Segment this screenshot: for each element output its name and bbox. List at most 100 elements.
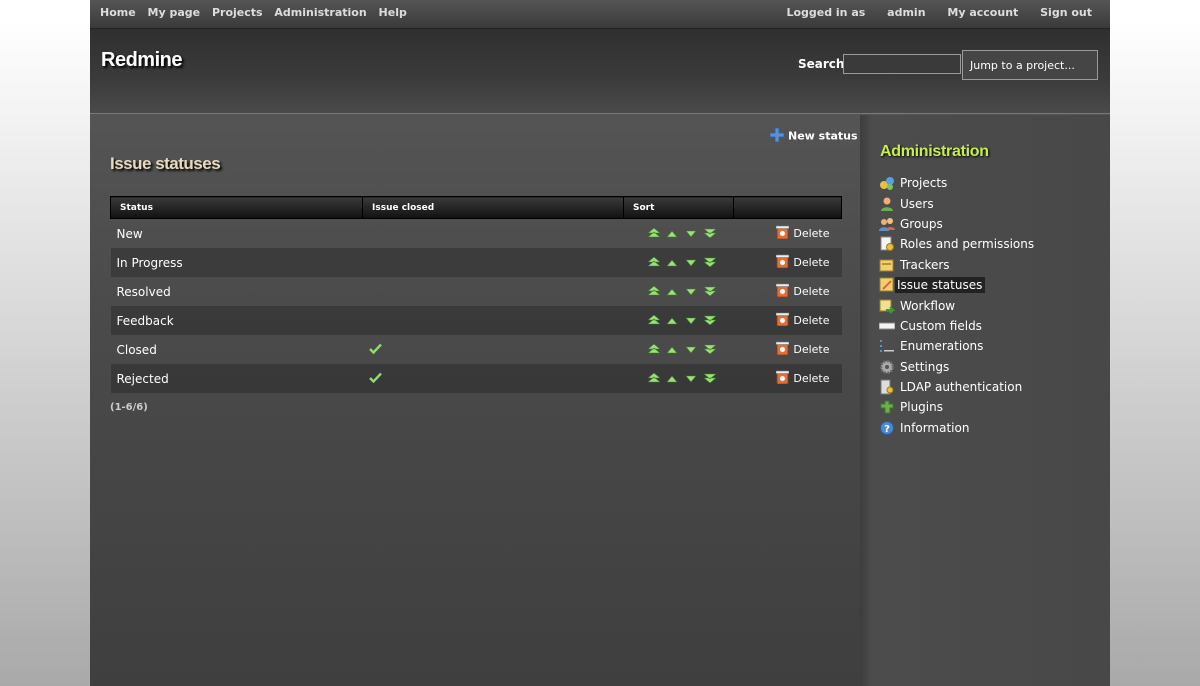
sort-cell [624, 335, 734, 364]
user-link[interactable]: admin [887, 6, 925, 19]
move-up-icon[interactable] [666, 372, 678, 386]
sidebar-item-label: Information [900, 420, 970, 435]
my-account-link[interactable]: My account [947, 6, 1018, 19]
move-down-icon[interactable] [685, 256, 697, 270]
delete-link[interactable]: Delete [776, 370, 830, 387]
sidebar-item-label: Issue statuses [895, 277, 986, 294]
workflow-icon [879, 298, 896, 314]
jump-to-project-select[interactable]: Jump to a project... [962, 50, 1098, 80]
sidebar: Administration Projects Users Groups Roles … [860, 115, 1110, 686]
issue-status-icon [879, 277, 895, 293]
search-label: Search: [798, 57, 850, 71]
move-up-icon[interactable] [666, 343, 678, 357]
trash-icon [776, 283, 790, 300]
move-to-bottom-icon[interactable] [703, 285, 717, 299]
issue-closed-cell [362, 248, 624, 277]
table-row: Closed Delete [111, 335, 842, 364]
move-down-icon[interactable] [685, 285, 697, 299]
move-up-icon[interactable] [666, 256, 678, 270]
search-input[interactable] [843, 54, 961, 74]
checkmark-icon [368, 372, 382, 386]
move-up-icon[interactable] [666, 285, 678, 299]
sidebar-item-label: Roles and permissions [900, 237, 1035, 252]
new-status-link[interactable]: New status [769, 127, 858, 145]
sidebar-item-label: Settings [900, 359, 950, 374]
status-name[interactable]: New [111, 219, 363, 249]
sidebar-item-issue-statuses[interactable]: Issue statuses [879, 275, 1034, 295]
sort-cell [624, 277, 734, 306]
column-status[interactable]: Status [110, 196, 363, 219]
help-icon: ? [879, 420, 895, 436]
top-menu-my-page[interactable]: My page [148, 6, 201, 19]
table-row: New Delete [111, 219, 842, 249]
move-down-icon[interactable] [685, 372, 697, 386]
logged-in-label: Logged in as [786, 6, 866, 19]
delete-link[interactable]: Delete [776, 312, 830, 327]
column-sort[interactable]: Sort [623, 196, 734, 219]
move-to-bottom-icon[interactable] [703, 256, 717, 270]
delete-link[interactable]: Delete [776, 283, 830, 300]
move-to-top-icon[interactable] [646, 343, 661, 357]
status-name[interactable]: Rejected [110, 364, 363, 393]
actions-cell: Delete [733, 364, 842, 393]
delete-label: Delete [793, 284, 830, 298]
move-down-icon[interactable] [685, 227, 697, 241]
sidebar-item-information[interactable]: ? Information [879, 418, 1034, 438]
tracker-icon [879, 257, 895, 273]
actions-cell: Delete [734, 335, 842, 364]
top-menu-administration[interactable]: Administration [274, 6, 366, 19]
sidebar-item-enumerations[interactable]: Enumerations [879, 336, 1034, 356]
move-down-icon[interactable] [685, 314, 697, 328]
sidebar-item-label: LDAP authentication [900, 380, 1023, 395]
issue-closed-cell [362, 306, 624, 335]
move-to-top-icon[interactable] [646, 227, 661, 241]
status-name[interactable]: Resolved [111, 277, 363, 306]
column-actions [733, 196, 842, 219]
sidebar-item-plugins[interactable]: Plugins [879, 397, 1034, 417]
move-down-icon[interactable] [685, 343, 697, 357]
move-to-bottom-icon[interactable] [703, 314, 717, 328]
status-name[interactable]: Feedback [110, 306, 363, 335]
move-to-top-icon[interactable] [646, 314, 661, 328]
sidebar-item-label: Workflow [900, 298, 956, 313]
top-menu-help[interactable]: Help [379, 6, 407, 19]
table-row: Feedback Delete [110, 306, 842, 335]
sidebar-item-ldap-authentication[interactable]: LDAP authentication [879, 377, 1034, 397]
delete-link[interactable]: Delete [776, 341, 830, 356]
sidebar-item-custom-fields[interactable]: Custom fields [878, 316, 1034, 336]
issue-closed-cell [362, 364, 624, 393]
trash-icon [776, 370, 790, 387]
move-up-icon[interactable] [666, 314, 678, 328]
table-header-row: Status Issue closed Sort [110, 196, 842, 219]
move-to-bottom-icon[interactable] [703, 343, 717, 357]
move-up-icon[interactable] [666, 227, 678, 241]
sidebar-item-users[interactable]: Users [879, 193, 1034, 213]
sidebar-item-roles-and-permissions[interactable]: Roles and permissions [879, 234, 1034, 254]
move-to-top-icon[interactable] [646, 285, 661, 299]
sidebar-item-settings[interactable]: Settings [879, 357, 1034, 377]
status-name[interactable]: In Progress [110, 248, 363, 277]
status-name[interactable]: Closed [111, 335, 363, 364]
sidebar-item-groups[interactable]: Groups [879, 214, 1034, 234]
page-wrapper: Home My page Projects Administration Hel… [90, 0, 1110, 686]
sidebar-item-workflow[interactable]: Workflow [879, 295, 1034, 315]
move-to-top-icon[interactable] [646, 256, 661, 270]
actions-cell: Delete [734, 219, 842, 249]
move-to-bottom-icon[interactable] [703, 227, 717, 241]
issue-closed-cell [363, 277, 624, 306]
sort-cell [624, 219, 734, 249]
add-icon [769, 127, 785, 145]
app-title[interactable]: Redmine [101, 49, 182, 72]
column-issue-closed[interactable]: Issue closed [362, 196, 624, 219]
top-menu-home[interactable]: Home [100, 6, 136, 19]
sidebar-item-trackers[interactable]: Trackers [879, 255, 1034, 275]
user-icon [879, 196, 895, 212]
move-to-bottom-icon[interactable] [703, 372, 717, 386]
delete-link[interactable]: Delete [776, 254, 830, 269]
sign-out-link[interactable]: Sign out [1040, 6, 1092, 19]
delete-link[interactable]: Delete [776, 225, 830, 240]
sidebar-item-projects[interactable]: Projects [879, 173, 1034, 193]
top-menu-projects[interactable]: Projects [212, 6, 263, 19]
move-to-top-icon[interactable] [646, 372, 661, 386]
sidebar-item-label: Enumerations [900, 339, 984, 354]
